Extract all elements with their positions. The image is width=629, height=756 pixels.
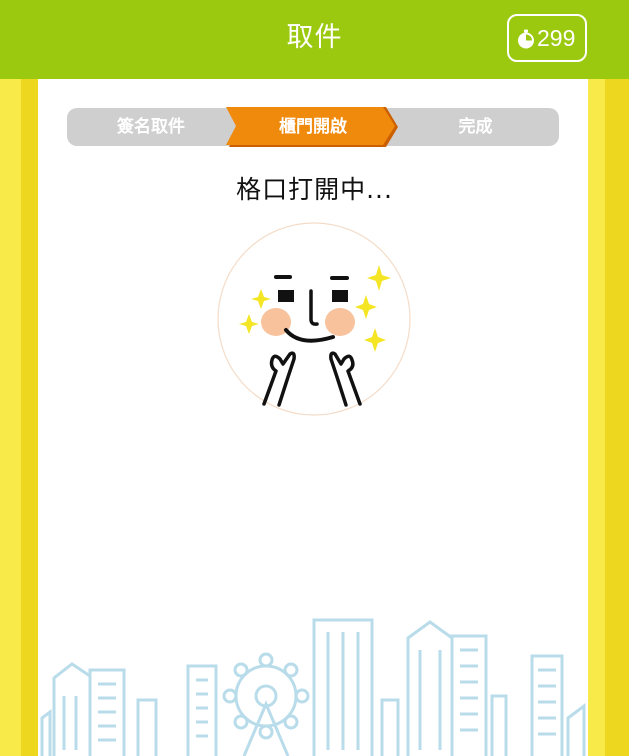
step-complete: 完成	[458, 117, 493, 137]
step-sign-pickup: 簽名取件	[117, 117, 185, 137]
status-message: 格口打開中...	[236, 175, 393, 204]
countdown-timer: 299	[507, 14, 587, 62]
timer-value: 299	[537, 25, 576, 51]
app-header: 取件 299	[0, 0, 629, 79]
timer-icon	[518, 29, 534, 49]
city-skyline-decoration	[40, 618, 586, 756]
progress-steps: 簽名取件 櫃門開啟 完成	[67, 107, 559, 147]
happy-character-illustration	[217, 222, 411, 416]
step-door-open: 櫃門開啟	[279, 117, 347, 137]
